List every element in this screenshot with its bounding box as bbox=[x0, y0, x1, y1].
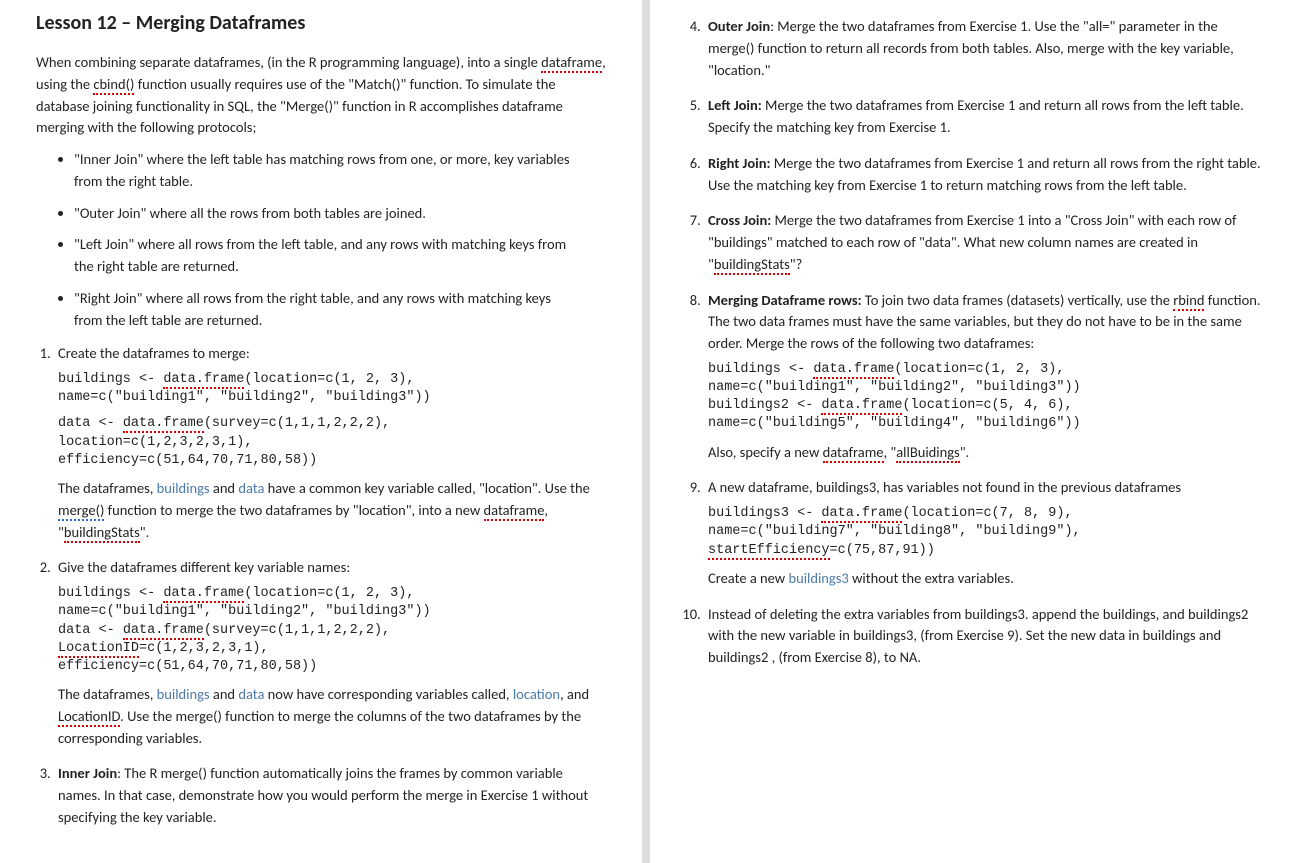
spell-dataframe: dataframe bbox=[541, 53, 602, 73]
bullet-inner-join: "Inner Join" where the left table has ma… bbox=[74, 149, 606, 193]
exercise-1: Create the dataframes to merge: building… bbox=[54, 343, 606, 543]
bullet-outer-join: "Outer Join" where all the rows from bot… bbox=[74, 203, 606, 225]
exercise-7: Cross Join: Merge the two dataframes fro… bbox=[704, 210, 1264, 275]
ex1-code-data: data <- data.frame(survey=c(1,1,1,2,2,2)… bbox=[58, 415, 606, 470]
exercise-list-right: Outer Join: Merge the two dataframes fro… bbox=[686, 16, 1264, 669]
ex2-explain: The dataframes, buildings and data now h… bbox=[58, 684, 606, 749]
exercise-5: Left Join: Merge the two dataframes from… bbox=[704, 95, 1264, 139]
exercise-10: Instead of deleting the extra variables … bbox=[704, 604, 1264, 669]
exercise-4: Outer Join: Merge the two dataframes fro… bbox=[704, 16, 1264, 81]
intro-paragraph: When combining separate dataframes, (in … bbox=[36, 52, 606, 139]
join-types-list: "Inner Join" where the left table has ma… bbox=[36, 149, 606, 331]
ex9-after: Create a new buildings3 without the extr… bbox=[708, 568, 1264, 590]
document-pages: Lesson 12 – Merging Dataframes When comb… bbox=[0, 0, 1300, 863]
ex9-code: buildings3 <- data.frame(location=c(7, 8… bbox=[708, 505, 1264, 560]
bullet-right-join: "Right Join" where all rows from the rig… bbox=[74, 288, 606, 332]
exercise-6: Right Join: Merge the two dataframes fro… bbox=[704, 153, 1264, 197]
exercise-9: A new dataframe, buildings3, has variabl… bbox=[704, 477, 1264, 589]
spell-cbind: cbind() bbox=[93, 75, 134, 95]
bullet-left-join: "Left Join" where all rows from the left… bbox=[74, 234, 606, 278]
ex1-code-buildings: buildings <- data.frame(location=c(1, 2,… bbox=[58, 371, 606, 407]
page-2: Outer Join: Merge the two dataframes fro… bbox=[650, 0, 1300, 863]
lesson-title: Lesson 12 – Merging Dataframes bbox=[36, 8, 606, 38]
page-1: Lesson 12 – Merging Dataframes When comb… bbox=[0, 0, 650, 863]
exercise-8: Merging Dataframe rows: To join two data… bbox=[704, 290, 1264, 464]
ex2-code: buildings <- data.frame(location=c(1, 2,… bbox=[58, 585, 606, 676]
ex8-code: buildings <- data.frame(location=c(1, 2,… bbox=[708, 361, 1264, 434]
ex1-explain: The dataframes, buildings and data have … bbox=[58, 478, 606, 543]
ex8-after: Also, specify a new dataframe, "allBuidi… bbox=[708, 442, 1264, 464]
exercise-2: Give the dataframes different key variab… bbox=[54, 557, 606, 749]
exercise-3: Inner Join: The R merge() function autom… bbox=[54, 763, 606, 828]
exercise-list-left: Create the dataframes to merge: building… bbox=[36, 343, 606, 828]
